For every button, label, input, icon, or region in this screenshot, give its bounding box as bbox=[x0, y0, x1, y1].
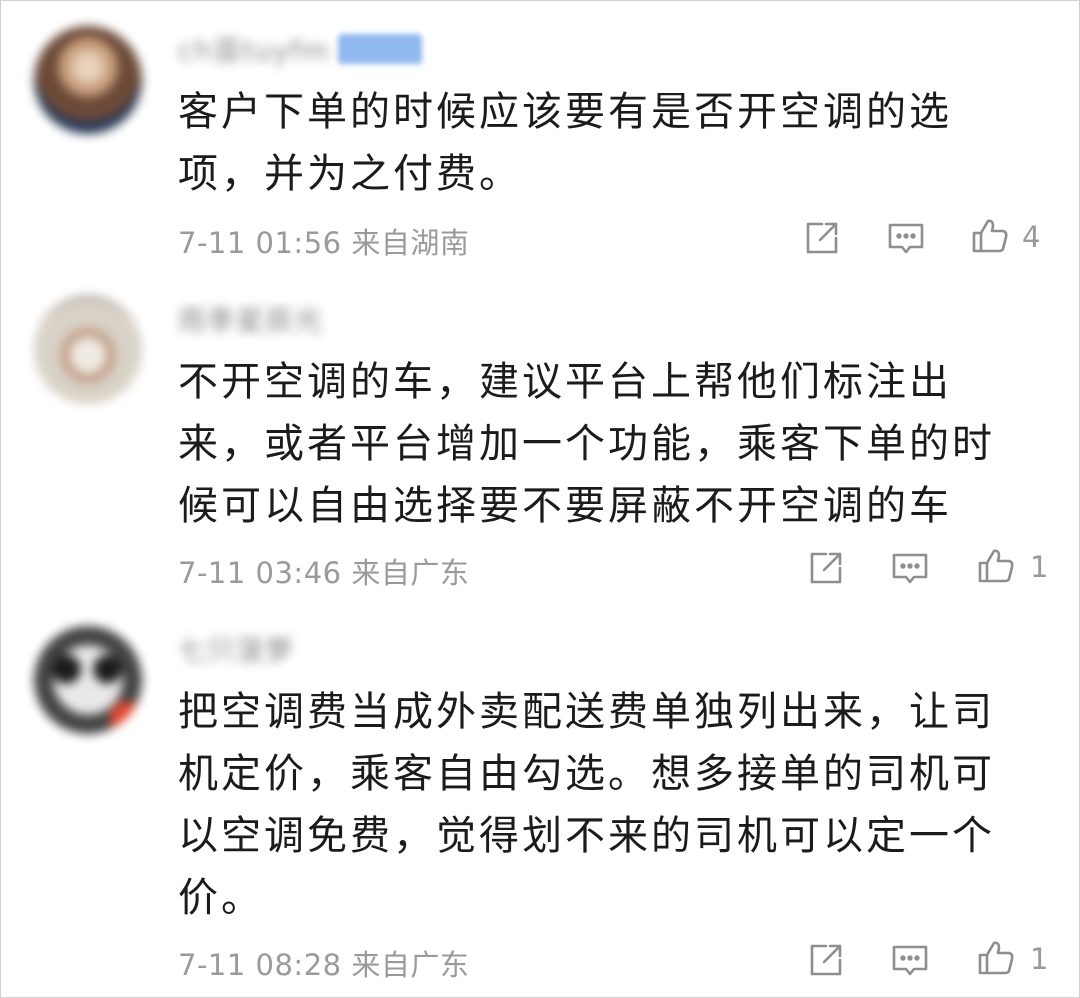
user-avatar[interactable] bbox=[34, 26, 142, 134]
share-button[interactable] bbox=[806, 940, 846, 980]
like-button[interactable] bbox=[976, 938, 1016, 978]
comment-text: 把空调费当成外卖配送费单独列出来，让司机定价，乘客自由勾选。想多接单的司机可以空… bbox=[178, 689, 995, 921]
comment-icon bbox=[892, 945, 928, 976]
comment-location: 来自广东 bbox=[351, 556, 470, 590]
like-count: 4 bbox=[1022, 220, 1041, 254]
share-icon bbox=[810, 552, 842, 584]
thumbs-up-icon bbox=[978, 941, 1014, 975]
reply-button[interactable] bbox=[890, 548, 930, 588]
username[interactable]: ch苗tuyfm bbox=[178, 34, 422, 67]
username[interactable]: 七只菠萝 bbox=[178, 634, 294, 667]
username-text[interactable]: 雨季星辰光 bbox=[178, 299, 323, 339]
like-button[interactable] bbox=[970, 216, 1010, 256]
user-avatar[interactable] bbox=[34, 626, 142, 734]
share-icon bbox=[806, 222, 838, 254]
like-count: 1 bbox=[1030, 942, 1049, 976]
share-button[interactable] bbox=[802, 218, 842, 258]
reply-button[interactable] bbox=[890, 940, 930, 980]
comment-text: 客户下单的时候应该要有是否开空调的选项，并为之付费。 bbox=[178, 89, 952, 197]
comment-time: 7-11 01:56 bbox=[178, 226, 342, 260]
user-avatar[interactable] bbox=[34, 296, 142, 404]
username[interactable]: 雨季星辰光 bbox=[178, 304, 323, 337]
comment-time: 7-11 03:46 bbox=[178, 556, 342, 590]
comment-meta: 7-11 03:46 来自广东 bbox=[178, 550, 469, 592]
comment-icon bbox=[888, 223, 924, 254]
like-count: 1 bbox=[1030, 550, 1049, 584]
like-button[interactable] bbox=[976, 546, 1016, 586]
thumbs-up-icon bbox=[972, 219, 1008, 253]
comment-icon bbox=[892, 553, 928, 584]
comment-location: 来自广东 bbox=[351, 948, 470, 982]
comment-meta: 7-11 08:28 来自广东 bbox=[178, 942, 469, 984]
comment-location: 来自湖南 bbox=[351, 226, 470, 260]
comment-text: 不开空调的车，建议平台上帮他们标注出来，或者平台增加一个功能，乘客下单的时候可以… bbox=[178, 359, 995, 529]
share-icon bbox=[810, 944, 842, 976]
comment-meta: 7-11 01:56 来自湖南 bbox=[178, 220, 469, 262]
comment-time: 7-11 08:28 bbox=[178, 948, 342, 982]
thumbs-up-icon bbox=[978, 549, 1014, 583]
username-text[interactable]: 七只菠萝 bbox=[178, 629, 294, 669]
reply-button[interactable] bbox=[886, 218, 926, 258]
username-text[interactable]: ch苗tuyfm bbox=[178, 29, 330, 69]
member-badge bbox=[337, 34, 422, 64]
share-button[interactable] bbox=[806, 548, 846, 588]
